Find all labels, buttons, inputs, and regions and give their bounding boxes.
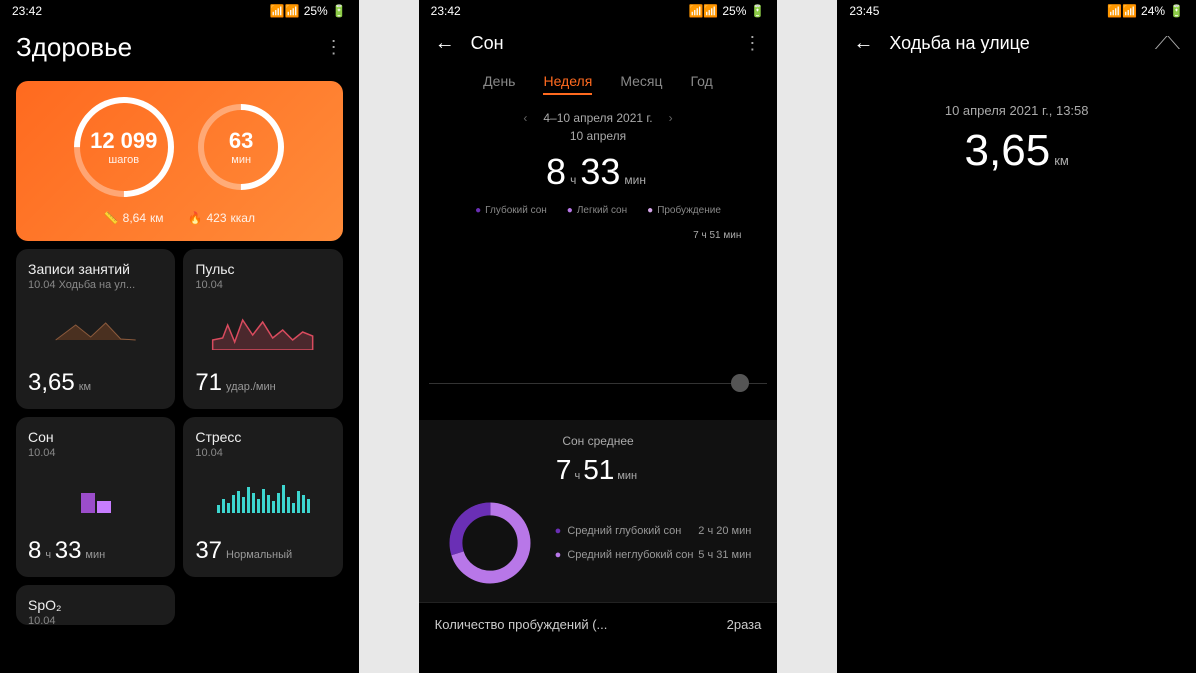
- phone-walking: 23:45 📶📶24%🔋 ← Ходьба на улице ⟋⟍ 10 апр…: [837, 0, 1196, 673]
- walk-date: 10 апреля 2021 г., 13:58: [837, 103, 1196, 118]
- chart-x-labels: [429, 384, 768, 392]
- selected-date: 10 апреля: [419, 129, 778, 143]
- status-bar: 23:42 📶📶25%🔋: [419, 0, 778, 22]
- status-time: 23:45: [849, 4, 879, 18]
- tab-День[interactable]: День: [483, 73, 515, 95]
- tab-Год[interactable]: Год: [691, 73, 713, 95]
- hero-calories: 🔥 423 ккал: [188, 211, 255, 225]
- walk-distance: 3,65км: [837, 126, 1196, 176]
- phone-health: 23:42 📶📶25%🔋 Здоровье ⋮ 12 099 шагов 63 …: [0, 0, 359, 673]
- chevron-right-icon[interactable]: ›: [669, 111, 673, 125]
- status-time: 23:42: [431, 4, 461, 18]
- card-pulse[interactable]: Пульс 10.04 71удар./мин: [183, 249, 342, 409]
- more-icon[interactable]: ⋮: [743, 33, 761, 54]
- card-workouts[interactable]: Записи занятий 10.04 Ходьба на ул... 3,6…: [16, 249, 175, 409]
- hero-distance: 📏 8,64 км: [104, 211, 164, 225]
- sleep-total: 8ч33мин: [419, 151, 778, 193]
- hero-card[interactable]: 12 099 шагов 63 мин 📏 8,64 км 🔥 423 ккал: [16, 81, 343, 241]
- steps-gauge: 12 099 шагов: [54, 76, 195, 217]
- card-spo2[interactable]: SpO₂ 10.04: [16, 585, 175, 625]
- more-icon[interactable]: ⋮: [325, 37, 343, 58]
- sleep-donut-chart: [445, 498, 535, 588]
- page-title: Ходьба на улице: [889, 33, 1138, 54]
- period-tabs: День Неделя Месяц Год: [419, 65, 778, 103]
- back-icon[interactable]: ←: [853, 32, 873, 55]
- status-right: 📶📶25%🔋: [270, 4, 347, 18]
- route-icon[interactable]: ⟋⟍: [1155, 33, 1180, 54]
- status-time: 23:42: [12, 4, 42, 18]
- minutes-gauge: 63 мин: [181, 86, 303, 208]
- wake-count-row[interactable]: Количество пробуждений (... 2раза: [419, 602, 778, 646]
- header: ← Ходьба на улице ⟋⟍: [837, 22, 1196, 65]
- sleep-weekly-chart[interactable]: 7 ч 51 мин: [429, 224, 768, 384]
- walking-tabs: [837, 65, 1196, 85]
- page-title: Сон: [471, 33, 728, 54]
- header: ← Сон ⋮: [419, 22, 778, 65]
- card-sleep[interactable]: Сон 10.04 8ч 33мин: [16, 417, 175, 577]
- chevron-left-icon[interactable]: ‹: [523, 111, 527, 125]
- card-stress[interactable]: Стресс 10.04 37Нормальный: [183, 417, 342, 577]
- status-bar: 23:42 📶📶25%🔋: [0, 0, 359, 22]
- header: Здоровье ⋮: [0, 22, 359, 73]
- status-bar: 23:45 📶📶24%🔋: [837, 0, 1196, 22]
- phone-sleep: 23:42 📶📶25%🔋 ← Сон ⋮ ДеньНеделяМесяцГод …: [419, 0, 778, 673]
- back-icon[interactable]: ←: [435, 32, 455, 55]
- page-title: Здоровье: [16, 32, 309, 63]
- tab-Месяц[interactable]: Месяц: [620, 73, 662, 95]
- chart-legend: Глубокий сон Легкий сон Пробуждение: [419, 205, 778, 216]
- date-range[interactable]: ‹ 4–10 апреля 2021 г. ›: [419, 111, 778, 125]
- stress-chart: [217, 483, 310, 513]
- tab-Неделя[interactable]: Неделя: [543, 73, 592, 95]
